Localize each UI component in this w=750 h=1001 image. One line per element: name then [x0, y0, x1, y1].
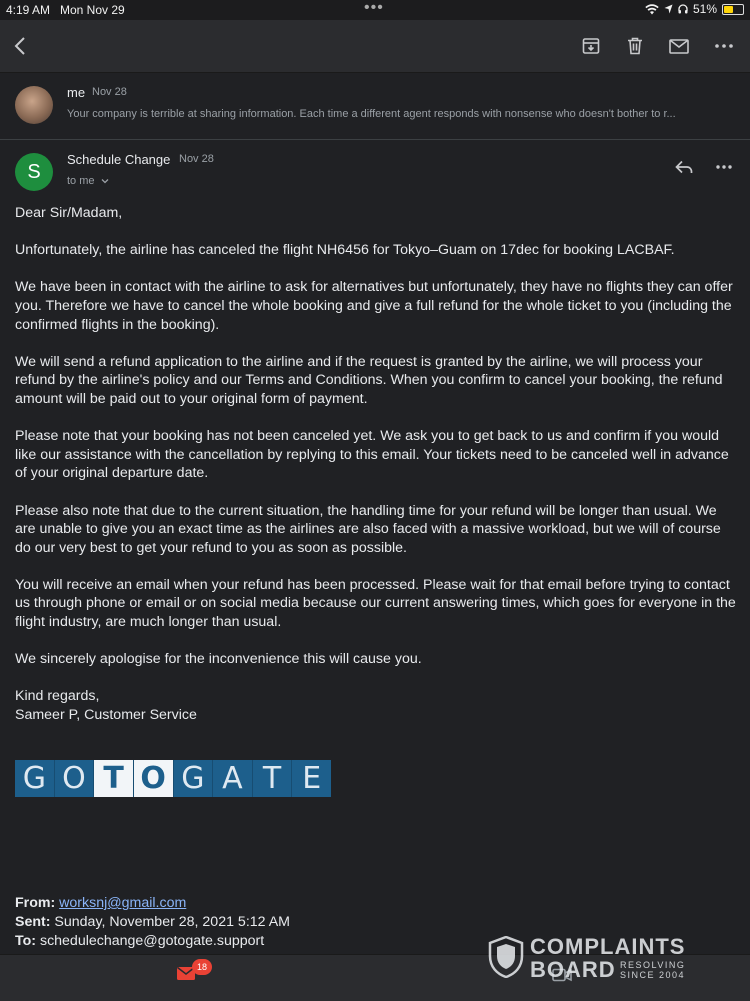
back-button[interactable] — [6, 32, 34, 60]
avatar — [15, 86, 53, 124]
recipient-details[interactable]: to me — [67, 175, 109, 187]
signature: Sameer P, Customer Service — [15, 707, 197, 724]
fwd-to-value: schedulechange@gotogate.support — [39, 933, 265, 949]
fwd-from-label: From: — [15, 895, 56, 911]
sender-avatar: S — [15, 153, 53, 191]
chevron-down-icon — [101, 179, 109, 184]
status-bar: 4:19 AM Mon Nov 29 ••• 51% — [0, 0, 750, 20]
message-sender: Schedule Change — [67, 152, 171, 167]
status-date: Mon Nov 29 — [60, 3, 125, 17]
archive-button[interactable] — [577, 32, 605, 60]
status-indicators: 51% — [645, 2, 744, 16]
watermark-tagline: RESOLVING SINCE 2004 — [620, 960, 710, 980]
status-time: 4:19 AM — [6, 3, 51, 17]
logo-letter: G — [15, 760, 55, 797]
more-horizontal-icon — [716, 165, 732, 169]
shield-icon — [488, 936, 524, 978]
multitasking-dots-icon[interactable]: ••• — [364, 0, 384, 17]
collapsed-snippet: Your company is terrible at sharing info… — [67, 108, 676, 120]
chevron-left-icon — [14, 37, 25, 55]
watermark-tag1: RESOLVING — [620, 960, 686, 970]
message-divider — [0, 139, 750, 140]
logo-letter: E — [302, 761, 322, 796]
gotogate-logo: G O T O G A T E — [15, 760, 331, 797]
logo-letter: O — [133, 760, 174, 797]
body-paragraph: Unfortunately, the airline has canceled … — [15, 242, 675, 259]
trash-icon — [628, 37, 642, 55]
location-icon — [664, 4, 673, 14]
email-toolbar — [0, 20, 750, 73]
collapsed-sender: me — [67, 85, 86, 100]
reply-icon — [675, 160, 693, 174]
mark-unread-button[interactable] — [665, 32, 693, 60]
wifi-icon — [645, 3, 659, 14]
unread-count-badge: 18 — [192, 959, 212, 975]
fwd-to-label: To: — [15, 933, 37, 949]
body-paragraph: Please also note that due to the current… — [15, 502, 721, 556]
logo-letter: A — [213, 760, 253, 797]
more-horizontal-icon — [715, 44, 733, 48]
message-body: Dear Sir/Madam, Unfortunately, the airli… — [15, 204, 737, 725]
fwd-sent-value: Sunday, November 28, 2021 5:12 AM — [54, 914, 290, 930]
body-paragraph: We will send a refund application to the… — [15, 353, 723, 407]
mail-icon — [669, 38, 689, 54]
watermark-tag2: SINCE 2004 — [620, 970, 686, 980]
body-paragraph: Dear Sir/Madam, — [15, 205, 123, 221]
sign-off: Kind regards, — [15, 688, 100, 705]
delete-button[interactable] — [621, 32, 649, 60]
fwd-from-row: From: worksnj@gmail.com — [15, 894, 615, 913]
battery-icon — [722, 3, 744, 15]
battery-percent: 51% — [692, 2, 717, 16]
collapsed-message[interactable] — [0, 72, 750, 138]
body-paragraph: We have been in contact with the airline… — [15, 279, 733, 333]
fwd-sent-label: Sent: — [15, 914, 51, 930]
message-date: Nov 28 — [179, 153, 214, 165]
fwd-sent-row: Sent: Sunday, November 28, 2021 5:12 AM — [15, 913, 615, 932]
recipient-label: to me — [67, 175, 95, 187]
complaints-board-watermark: COMPLAINTS BOARD RESOLVING SINCE 2004 — [488, 934, 710, 982]
archive-icon — [582, 38, 600, 54]
watermark-line2: BOARD — [530, 957, 616, 982]
message-more-button[interactable] — [711, 154, 737, 180]
body-paragraph: We sincerely apologise for the inconveni… — [15, 651, 422, 668]
logo-letter: O — [55, 760, 95, 797]
logo-letter: T — [94, 760, 134, 797]
more-options-button[interactable] — [710, 32, 738, 60]
fwd-from-link[interactable]: worksnj@gmail.com — [59, 895, 186, 911]
mail-tab-button[interactable]: 18 — [176, 959, 212, 986]
collapsed-date: Nov 28 — [92, 86, 127, 98]
logo-letter: G — [174, 760, 214, 797]
reply-button[interactable] — [671, 154, 697, 180]
body-paragraph: Please note that your booking has not be… — [15, 428, 729, 482]
headphones-icon — [678, 4, 688, 14]
body-paragraph: You will receive an email when your refu… — [15, 576, 736, 631]
logo-letter: T — [253, 760, 293, 797]
